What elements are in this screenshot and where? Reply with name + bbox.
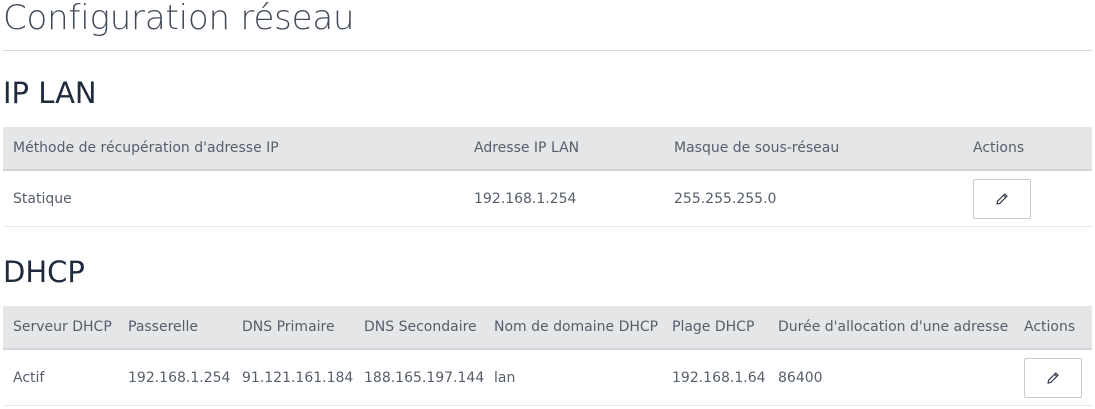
section-title-dhcp: DHCP bbox=[3, 255, 85, 289]
dhcp-table: Serveur DHCP Passerelle DNS Primaire DNS… bbox=[3, 306, 1092, 406]
cell-dns-primary: 91.121.161.184 bbox=[232, 349, 354, 406]
cell-actions bbox=[1014, 349, 1092, 406]
edit-dhcp-button[interactable] bbox=[1024, 357, 1082, 398]
section-title-ip-lan: IP LAN bbox=[3, 76, 97, 110]
cell-subnet-mask: 255.255.255.0 bbox=[664, 170, 963, 227]
cell-method: Statique bbox=[3, 170, 464, 227]
ip-lan-table: Méthode de récupération d'adresse IP Adr… bbox=[3, 127, 1092, 227]
cell-range: 192.168.1.64 bbox=[662, 349, 768, 406]
column-header-method: Méthode de récupération d'adresse IP bbox=[3, 127, 464, 171]
cell-ip-address: 192.168.1.254 bbox=[464, 170, 664, 227]
column-header-dns-primary: DNS Primaire bbox=[232, 306, 354, 350]
cell-domain-name: lan bbox=[484, 349, 662, 406]
cell-lease-duration: 86400 bbox=[768, 349, 1014, 406]
pencil-icon bbox=[994, 191, 1010, 207]
column-header-actions: Actions bbox=[1014, 306, 1092, 350]
pencil-icon bbox=[1045, 370, 1061, 386]
column-header-server: Serveur DHCP bbox=[3, 306, 118, 350]
title-divider bbox=[3, 50, 1092, 51]
column-header-range: Plage DHCP bbox=[662, 306, 768, 350]
column-header-actions: Actions bbox=[963, 127, 1092, 171]
cell-server: Actif bbox=[3, 349, 118, 406]
column-header-ip-address: Adresse IP LAN bbox=[464, 127, 664, 171]
cell-dns-secondary: 188.165.197.144 bbox=[354, 349, 484, 406]
table-header-row: Méthode de récupération d'adresse IP Adr… bbox=[3, 127, 1092, 171]
cell-gateway: 192.168.1.254 bbox=[118, 349, 232, 406]
table-header-row: Serveur DHCP Passerelle DNS Primaire DNS… bbox=[3, 306, 1092, 350]
column-header-domain-name: Nom de domaine DHCP bbox=[484, 306, 662, 350]
page-title: Configuration réseau bbox=[3, 0, 355, 38]
column-header-dns-secondary: DNS Secondaire bbox=[354, 306, 484, 350]
column-header-gateway: Passerelle bbox=[118, 306, 232, 350]
column-header-subnet-mask: Masque de sous-réseau bbox=[664, 127, 963, 171]
cell-actions bbox=[963, 170, 1092, 227]
edit-ip-lan-button[interactable] bbox=[973, 178, 1031, 219]
table-row: Actif 192.168.1.254 91.121.161.184 188.1… bbox=[3, 349, 1092, 406]
table-row: Statique 192.168.1.254 255.255.255.0 bbox=[3, 170, 1092, 227]
column-header-lease-duration: Durée d'allocation d'une adresse bbox=[768, 306, 1014, 350]
